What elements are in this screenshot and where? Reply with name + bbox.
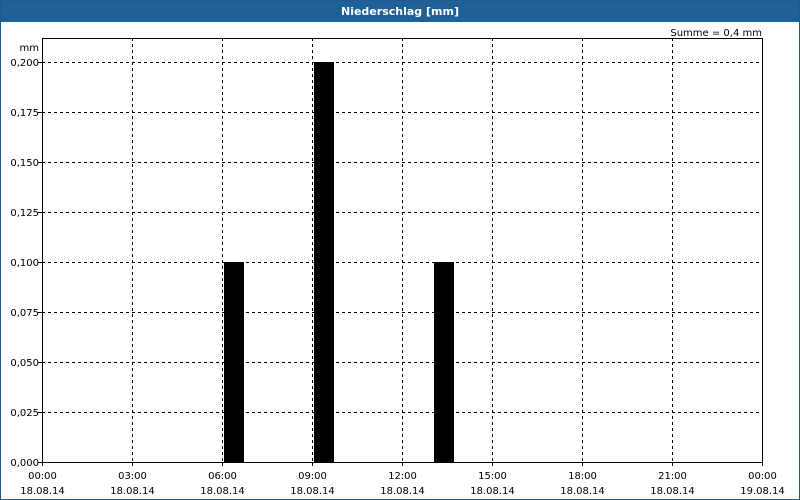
x-tick-label-time: 06:00 [208,471,237,482]
y-tick-label: 0,200 [10,58,39,69]
y-tick-label: 0,025 [10,408,39,419]
x-tick-label-time: 03:00 [118,471,147,482]
y-tick-label: 0,125 [10,208,39,219]
y-tick-label: 0,050 [10,358,39,369]
x-tick-label-date: 18.08.14 [470,486,515,497]
x-tick-label-date: 18.08.14 [380,486,425,497]
precipitation-chart: 0,000 0,025 0,050 0,075 0,100 0,125 0,150 0,175… [10,28,785,497]
x-tick-label-date: 18.08.14 [200,486,245,497]
chart-window: Niederschlag [mm] 0,000 0,025 0,050 0,075 0,… [0,0,800,500]
x-tick-label-time: 00:00 [748,471,777,482]
x-tick-label-time: 12:00 [388,471,417,482]
y-tick-label: 0,175 [10,108,39,119]
y-tick-label: 0,000 [10,458,39,469]
x-tick-label-time: 00:00 [28,471,57,482]
x-tick-label-date: 18.08.14 [290,486,335,497]
y-tick-label: 0,100 [10,258,39,269]
x-tick-label-date: 19.08.14 [740,486,785,497]
sum-label: Summe = 0,4 mm [670,28,762,39]
x-tick-label-date: 18.08.14 [20,486,65,497]
precip-bar [434,262,454,462]
x-tick-label-time: 15:00 [478,471,507,482]
x-tick-label-time: 09:00 [298,471,327,482]
y-axis-label: mm [20,43,39,54]
x-tick-label-date: 18.08.14 [650,486,695,497]
precip-bar [224,262,244,462]
x-tick-label-time: 21:00 [658,471,687,482]
y-tick-label: 0,075 [10,308,39,319]
x-tick-label-date: 18.08.14 [110,486,155,497]
y-tick-label: 0,150 [10,158,39,169]
precip-bar [314,62,334,462]
x-tick-label-date: 18.08.14 [560,486,605,497]
x-tick-label-time: 18:00 [568,471,597,482]
